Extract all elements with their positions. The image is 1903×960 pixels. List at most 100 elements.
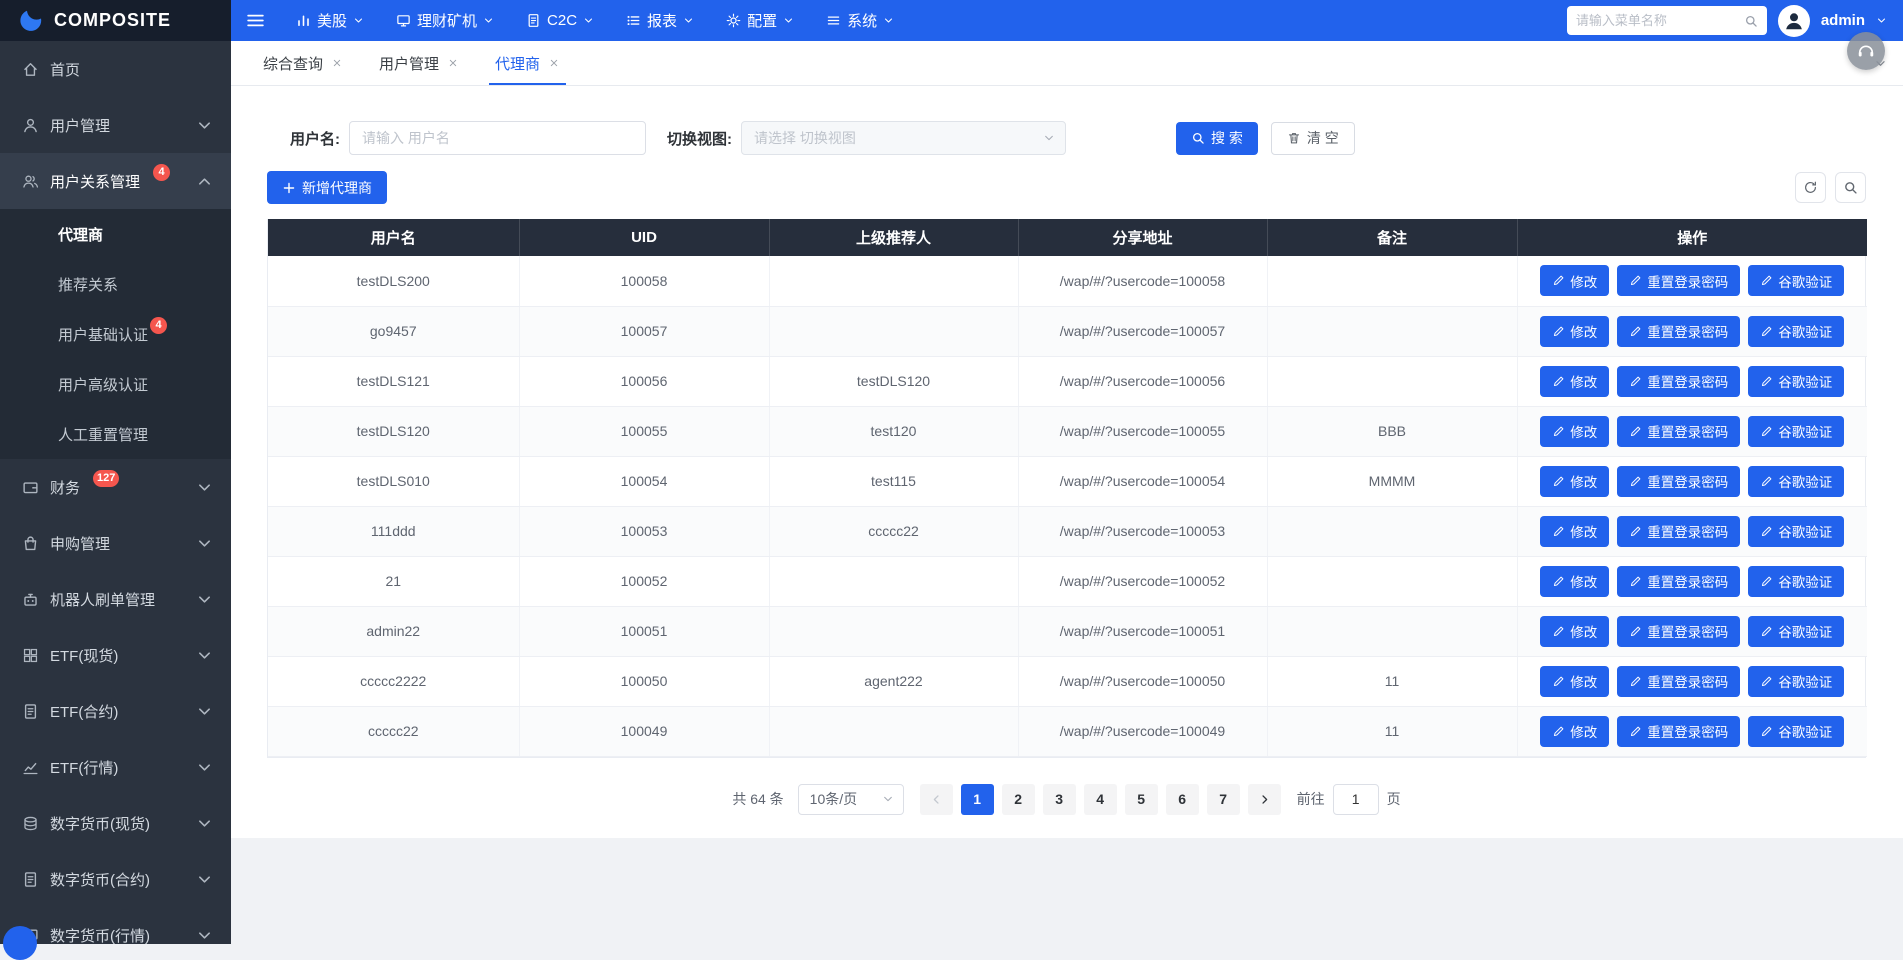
nav-item-4[interactable]: 报表 (610, 0, 710, 41)
nav-item-3[interactable]: C2C (510, 0, 610, 41)
goto-page-input[interactable] (1332, 783, 1379, 815)
tab-2[interactable]: 用户管理 (361, 41, 477, 85)
reset-password-button[interactable]: 重置登录密码 (1617, 665, 1741, 697)
tab-1[interactable]: 综合查询 (245, 41, 361, 85)
edit-button[interactable]: 修改 (1540, 365, 1610, 397)
reset-password-button[interactable]: 重置登录密码 (1617, 565, 1741, 597)
sidebar-item-3[interactable]: 用户关系管理 4 (0, 153, 231, 209)
google-auth-button[interactable]: 谷歌验证 (1748, 615, 1845, 647)
sidebar-item-6[interactable]: 机器人刷单管理 (0, 571, 231, 627)
sidebar-item-10[interactable]: 数字货币(现货) (0, 795, 231, 851)
sidebar-item-1[interactable]: 首页 (0, 41, 231, 97)
table-search-toggle-button[interactable] (1835, 172, 1866, 203)
google-auth-button[interactable]: 谷歌验证 (1748, 515, 1845, 547)
nav-item-2[interactable]: 理财矿机 (380, 0, 510, 41)
google-auth-button[interactable]: 谷歌验证 (1748, 665, 1845, 697)
reset-password-button[interactable]: 重置登录密码 (1617, 715, 1741, 747)
edit-button[interactable]: 修改 (1540, 515, 1610, 547)
sidebar-subitem-1[interactable]: 代理商 (0, 209, 231, 259)
sidebar-subitem-5[interactable]: 人工重置管理 (0, 409, 231, 459)
page-size-value: 10条/页 (809, 791, 858, 807)
edit-button[interactable]: 修改 (1540, 665, 1610, 697)
google-auth-button[interactable]: 谷歌验证 (1748, 415, 1845, 447)
nav-item-1[interactable]: 美股 (280, 0, 380, 41)
sidebar-item-9[interactable]: ETF(行情) (0, 739, 231, 795)
pagination-total: 共 64 条 (732, 791, 784, 807)
edit-button[interactable]: 修改 (1540, 465, 1610, 497)
username-label: 用户名: (290, 130, 340, 148)
reset-password-button[interactable]: 重置登录密码 (1617, 315, 1741, 347)
support-float-button[interactable] (1847, 32, 1885, 70)
action-button-label: 修改 (1570, 274, 1598, 290)
cell-actions: 修改 重置登录密码 谷歌验证 (1517, 606, 1867, 657)
page-button-3[interactable]: 3 (1042, 783, 1076, 815)
google-auth-button[interactable]: 谷歌验证 (1748, 365, 1845, 397)
edit-button[interactable]: 修改 (1540, 265, 1610, 297)
sidebar-subitem-2[interactable]: 推荐关系 (0, 259, 231, 309)
page-button-4[interactable]: 4 (1083, 783, 1117, 815)
edit-button[interactable]: 修改 (1540, 315, 1610, 347)
sidebar-subitem-4[interactable]: 用户高级认证 (0, 359, 231, 409)
clear-button[interactable]: 清 空 (1270, 121, 1355, 155)
edit-button[interactable]: 修改 (1540, 415, 1610, 447)
add-agent-button[interactable]: 新增代理商 (267, 171, 387, 204)
nav-item-label: 系统 (847, 13, 878, 30)
topbar: COMPOSITE 美股 理财矿机 C2C 报表 配置 系统 admin (0, 0, 1903, 41)
page-button-1[interactable]: 1 (960, 783, 994, 815)
page-button-6[interactable]: 6 (1165, 783, 1199, 815)
sidebar-item-label: 首页 (50, 61, 81, 79)
reset-password-button[interactable]: 重置登录密码 (1617, 465, 1741, 497)
headset-icon (1856, 41, 1876, 61)
avatar[interactable] (1777, 4, 1810, 37)
refresh-button[interactable] (1795, 172, 1826, 203)
page-button-7[interactable]: 7 (1206, 783, 1240, 815)
edit-icon (1552, 625, 1565, 638)
sidebar-item-8[interactable]: ETF(合约) (0, 683, 231, 739)
sidebar-menu: 首页用户管理 用户关系管理 4 代理商 推荐关系 用户基础认证 4 用户高级认证 人工重置管理财… (0, 41, 231, 944)
sidebar-item-2[interactable]: 用户管理 (0, 97, 231, 153)
edit-button[interactable]: 修改 (1540, 715, 1610, 747)
username-input[interactable] (349, 121, 646, 155)
doc-icon (22, 703, 39, 720)
page-button-2[interactable]: 2 (1001, 783, 1035, 815)
hamburger-menu-icon[interactable] (231, 0, 280, 41)
edit-icon (1552, 325, 1565, 338)
search-button[interactable]: 搜 索 (1176, 121, 1258, 155)
edit-button[interactable]: 修改 (1540, 615, 1610, 647)
sidebar-item-5[interactable]: 申购管理 (0, 515, 231, 571)
reset-password-button[interactable]: 重置登录密码 (1617, 615, 1741, 647)
edit-button[interactable]: 修改 (1540, 565, 1610, 597)
google-auth-button[interactable]: 谷歌验证 (1748, 265, 1845, 297)
google-auth-button[interactable]: 谷歌验证 (1748, 715, 1845, 747)
user-chevron-down-icon[interactable] (1876, 15, 1887, 26)
next-page-button[interactable] (1247, 783, 1281, 815)
prev-page-button[interactable] (919, 783, 953, 815)
google-auth-button[interactable]: 谷歌验证 (1748, 565, 1845, 597)
reset-password-button[interactable]: 重置登录密码 (1617, 265, 1741, 297)
reset-password-button[interactable]: 重置登录密码 (1617, 515, 1741, 547)
sidebar-subitem-3[interactable]: 用户基础认证 4 (0, 309, 231, 359)
action-button-label: 谷歌验证 (1778, 675, 1833, 690)
sidebar-item-4[interactable]: 财务 127 (0, 459, 231, 515)
tab-close-icon[interactable] (447, 57, 459, 69)
column-header-2: UID (519, 219, 770, 256)
bottom-float-button[interactable] (3, 926, 37, 960)
cell-remark (1267, 556, 1518, 607)
sidebar-item-7[interactable]: ETF(现货) (0, 627, 231, 683)
page-size-select[interactable]: 10条/页 (797, 783, 904, 815)
tab-close-icon[interactable] (331, 57, 343, 69)
reset-password-button[interactable]: 重置登录密码 (1617, 365, 1741, 397)
reset-password-button[interactable]: 重置登录密码 (1617, 415, 1741, 447)
view-select[interactable]: 请选择 切换视图 (741, 121, 1066, 155)
google-auth-button[interactable]: 谷歌验证 (1748, 465, 1845, 497)
user-name: admin (1820, 12, 1865, 29)
page-button-5[interactable]: 5 (1124, 783, 1158, 815)
nav-item-5[interactable]: 配置 (710, 0, 810, 41)
cell-referrer (769, 306, 1019, 357)
menu-search-input[interactable] (1575, 13, 1737, 28)
nav-item-6[interactable]: 系统 (810, 0, 910, 41)
google-auth-button[interactable]: 谷歌验证 (1748, 315, 1845, 347)
tab-close-icon[interactable] (548, 57, 560, 69)
sidebar-item-11[interactable]: 数字货币(合约) (0, 851, 231, 907)
tab-3[interactable]: 代理商 (477, 41, 578, 85)
